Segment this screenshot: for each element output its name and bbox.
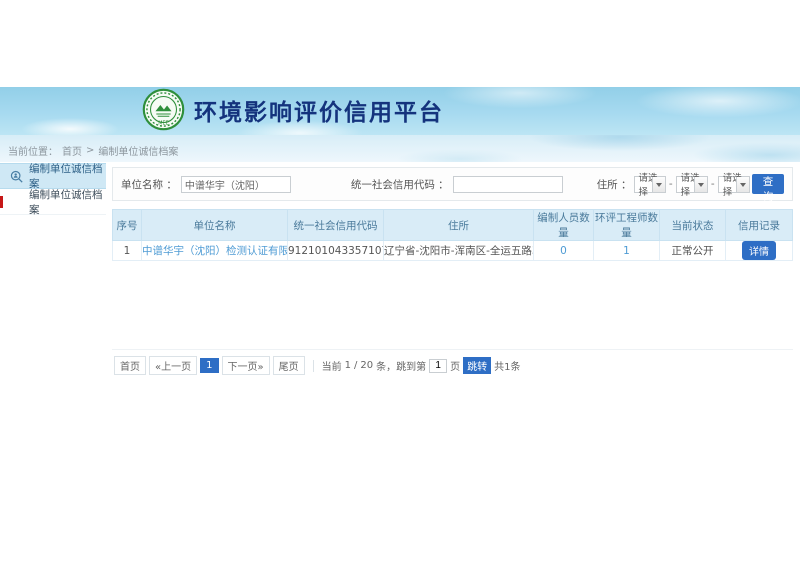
breadcrumb-current: 编制单位诚信档案 xyxy=(98,143,178,158)
query-button[interactable]: 查询 xyxy=(752,174,784,194)
pagination-info-prefix: 当前 xyxy=(322,358,342,373)
col-header-status: 当前状态 xyxy=(660,210,726,241)
table-header-row: 序号 单位名称 统一社会信用代码 住所 编制人员数量 环评工程师数量 当前状态 … xyxy=(113,210,793,241)
cell-credit-code: 91210104335710717K xyxy=(288,241,384,261)
address-dash: - xyxy=(669,178,673,190)
breadcrumb-label: 当前位置： xyxy=(8,143,58,158)
col-header-engineer-count: 环评工程师数量 xyxy=(594,210,660,241)
cell-engineer-count-link[interactable]: 1 xyxy=(594,241,660,261)
col-header-unit-name: 单位名称 xyxy=(142,210,288,241)
pagination-info-mid: 条，跳到第 xyxy=(376,358,426,373)
pagination-page-size: 20 xyxy=(360,360,373,371)
page-canvas: MEE 环境影响评价信用平台 当前位置： 首页 > 编制单位诚信档案 编制单位诚… xyxy=(0,0,800,565)
credit-code-input[interactable] xyxy=(453,176,563,193)
unit-name-input[interactable] xyxy=(181,176,291,193)
province-select[interactable]: 请选择 xyxy=(634,176,666,193)
sidebar-item-label: 编制单位诚信档案 xyxy=(29,187,106,217)
sidebar: 编制单位诚信档案 编制单位诚信档案 xyxy=(0,163,106,215)
district-select[interactable]: 请选择 xyxy=(718,176,750,193)
credit-code-label: 统一社会信用代码 ： xyxy=(351,177,449,192)
site-brand: MEE 环境影响评价信用平台 xyxy=(142,88,444,131)
red-marker xyxy=(0,196,3,208)
cell-status: 正常公开 xyxy=(660,241,726,261)
chevron-down-icon xyxy=(652,177,665,192)
unit-name-label: 单位名称 ： xyxy=(121,177,177,192)
pagination-page-num: 1 xyxy=(345,360,351,371)
breadcrumb-band: 当前位置： 首页 > 编制单位诚信档案 xyxy=(0,135,800,162)
site-title: 环境影响评价信用平台 xyxy=(194,93,444,127)
pagination-divider xyxy=(313,360,314,372)
pagination-total: 共1条 xyxy=(494,358,520,373)
address-label: 住所 ： xyxy=(597,177,632,192)
pagination-info: 当前 1 / 20 条，跳到第 xyxy=(322,358,426,373)
main-content: 单位名称 ： 统一社会信用代码 ： 住所 ： 请选择 - 请选择 - 请选择 查… xyxy=(112,167,793,375)
person-search-icon xyxy=(10,170,23,183)
cell-index: 1 xyxy=(113,241,142,261)
col-header-index: 序号 xyxy=(113,210,142,241)
cell-credit-record: 详情 xyxy=(726,241,793,261)
sidebar-item-credit-archive-active[interactable]: 编制单位诚信档案 xyxy=(0,163,106,189)
breadcrumb-home-link[interactable]: 首页 xyxy=(62,143,82,158)
cell-staff-count-link[interactable]: 0 xyxy=(534,241,594,261)
results-table: 序号 单位名称 统一社会信用代码 住所 编制人员数量 环评工程师数量 当前状态 … xyxy=(112,209,793,261)
breadcrumb: 当前位置： 首页 > 编制单位诚信档案 xyxy=(8,143,178,158)
pagination-current-page[interactable]: 1 xyxy=(200,358,218,373)
cell-unit-name-link[interactable]: 中谱华宇（沈阳）检测认证有限公司 xyxy=(142,241,288,261)
address-dash: - xyxy=(711,178,715,190)
pagination: 首页 «上一页 1 下一页» 尾页 当前 1 / 20 条，跳到第 页 跳转 共… xyxy=(112,349,793,375)
search-panel: 单位名称 ： 统一社会信用代码 ： 住所 ： 请选择 - 请选择 - 请选择 查… xyxy=(112,167,793,201)
detail-button[interactable]: 详情 xyxy=(742,241,776,260)
results-panel: 序号 单位名称 统一社会信用代码 住所 编制人员数量 环评工程师数量 当前状态 … xyxy=(112,209,793,375)
pagination-slash: / xyxy=(354,360,357,371)
table-empty-space xyxy=(112,261,793,349)
city-select[interactable]: 请选择 xyxy=(676,176,708,193)
chevron-down-icon xyxy=(694,177,707,192)
page-jump-button[interactable]: 跳转 xyxy=(463,357,491,374)
svg-text:MEE: MEE xyxy=(158,121,168,127)
pagination-page-word: 页 xyxy=(450,358,460,373)
sidebar-item-credit-archive[interactable]: 编制单位诚信档案 xyxy=(0,189,106,215)
table-row: 1 中谱华宇（沈阳）检测认证有限公司 91210104335710717K 辽宁… xyxy=(113,241,793,261)
col-header-credit-record: 信用记录 xyxy=(726,210,793,241)
col-header-staff-count: 编制人员数量 xyxy=(534,210,594,241)
breadcrumb-separator: > xyxy=(86,145,94,156)
mee-logo-icon: MEE xyxy=(142,88,185,131)
cell-address: 辽宁省-沈阳市-浑南区-全运五路35-1号楼902 xyxy=(384,241,534,261)
pagination-last-button[interactable]: 尾页 xyxy=(273,356,305,375)
col-header-credit-code: 统一社会信用代码 xyxy=(288,210,384,241)
pagination-first-button[interactable]: 首页 xyxy=(114,356,146,375)
pagination-prev-button[interactable]: «上一页 xyxy=(149,356,197,375)
col-header-address: 住所 xyxy=(384,210,534,241)
chevron-down-icon xyxy=(736,177,749,192)
pagination-next-button[interactable]: 下一页» xyxy=(222,356,270,375)
page-jump-input[interactable] xyxy=(429,359,447,373)
